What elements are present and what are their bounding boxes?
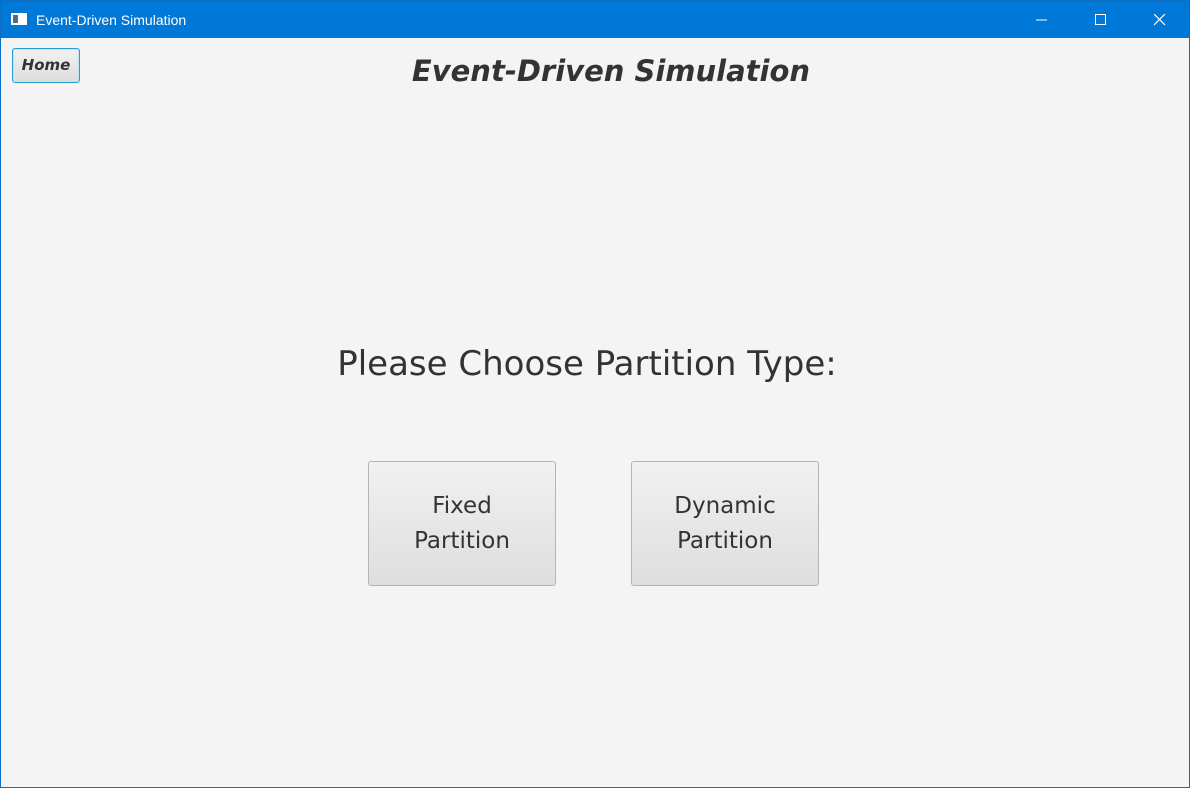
maximize-button[interactable] — [1072, 1, 1130, 38]
fixed-partition-button[interactable]: Fixed Partition — [368, 461, 556, 586]
fixed-partition-label-line2: Partition — [414, 527, 510, 554]
maximize-icon — [1095, 14, 1106, 25]
app-icon — [11, 13, 27, 25]
minimize-icon — [1036, 19, 1047, 21]
dynamic-partition-button[interactable]: Dynamic Partition — [631, 461, 819, 586]
close-icon — [1154, 14, 1166, 26]
app-window: Event-Driven Simulation Home Event-Drive… — [0, 0, 1190, 788]
fixed-partition-label-line1: Fixed — [432, 492, 492, 519]
dynamic-partition-label-line2: Partition — [677, 527, 773, 554]
page-title: Event-Driven Simulation — [411, 54, 811, 88]
dynamic-partition-label-line1: Dynamic — [674, 492, 776, 519]
title-bar[interactable]: Event-Driven Simulation — [1, 1, 1189, 38]
window-title: Event-Driven Simulation — [36, 12, 187, 28]
partition-prompt: Please Choose Partition Type: — [337, 344, 837, 384]
close-button[interactable] — [1131, 1, 1189, 38]
minimize-button[interactable] — [1013, 1, 1071, 38]
